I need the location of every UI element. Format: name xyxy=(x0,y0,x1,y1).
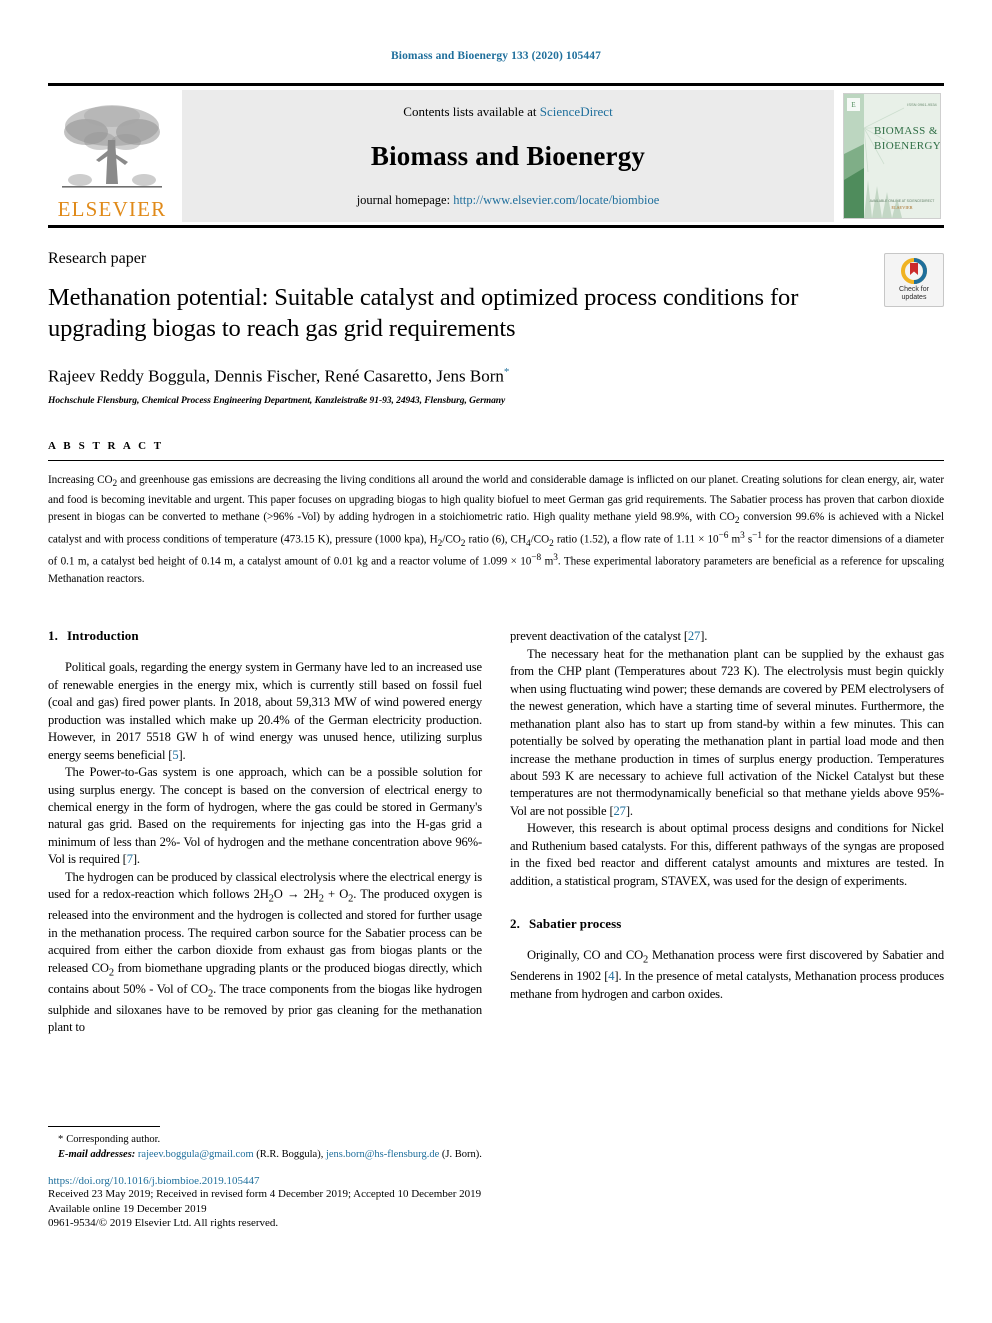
email-link-primary[interactable]: rajeev.boggula@gmail.com xyxy=(138,1149,254,1160)
section-heading-sabatier-process: 2. Sabatier process xyxy=(510,916,944,932)
available-online: Available online 19 December 2019 xyxy=(48,1202,207,1215)
crossmark-label-line2: updates xyxy=(901,294,927,301)
paragraph: The hydrogen can be produced by classica… xyxy=(48,869,482,1035)
author-list: Rajeev Reddy Boggula, Dennis Fischer, Re… xyxy=(48,366,944,387)
abstract-label: A B S T R A C T xyxy=(48,439,164,452)
section-number: 1. xyxy=(48,628,58,644)
article-page: Biomass and Bioenergy 133 (2020) 105447 xyxy=(0,0,992,1323)
journal-masthead: ELSEVIER Contents lists available at Sci… xyxy=(48,83,944,228)
paragraph: Political goals, regarding the energy sy… xyxy=(48,660,482,762)
body-columns: 1. Introduction Political goals, regardin… xyxy=(48,628,944,1083)
page-title: Methanation potential: Suitable catalyst… xyxy=(48,284,799,343)
title-block: Research paper Methanation potential: Su… xyxy=(48,250,944,406)
homepage-prefix: journal homepage: xyxy=(356,193,454,207)
paragraph: Originally, CO and CO2 Methanation proce… xyxy=(510,948,944,1001)
svg-text:ELSEVIER: ELSEVIER xyxy=(891,205,912,210)
email-owner-secondary: (J. Born). xyxy=(441,1148,482,1160)
abstract-divider xyxy=(48,459,944,461)
contents-available-line: Contents lists available at ScienceDirec… xyxy=(403,104,612,120)
column-left: 1. Introduction Political goals, regardin… xyxy=(48,628,482,1083)
journal-cover-thumbnail: E ISSN 0961-9534 BIOMASS & BIOENERGY AVA… xyxy=(840,90,944,222)
section-number: 2. xyxy=(510,916,520,932)
section-title: Sabatier process xyxy=(528,916,622,932)
section-title: Introduction xyxy=(66,628,139,644)
doi-link[interactable]: https://doi.org/10.1016/j.biombioe.2019.… xyxy=(48,1175,260,1187)
svg-text:AVAILABLE ONLINE AT SCIENCEDIR: AVAILABLE ONLINE AT SCIENCEDIRECT xyxy=(870,199,935,203)
crossmark-label-line1: Check for xyxy=(899,285,929,293)
journal-title: Biomass and Bioenergy xyxy=(370,141,646,171)
contents-prefix: Contents lists available at xyxy=(403,104,540,119)
publication-history: Received 23 May 2019; Received in revise… xyxy=(48,1188,482,1201)
paragraph: prevent deactivation of the catalyst [27… xyxy=(510,629,708,644)
journal-homepage-link[interactable]: http://www.elsevier.com/locate/biombioe xyxy=(453,193,659,207)
paragraph: However, this research is about optimal … xyxy=(510,821,944,888)
svg-text:E: E xyxy=(851,101,855,109)
corresponding-author-note: * Corresponding author. xyxy=(48,1132,648,1147)
email-link-secondary[interactable]: jens.born@hs-flensburg.de xyxy=(326,1149,439,1160)
section-heading-introduction: 1. Introduction xyxy=(48,628,482,644)
sciencedirect-link[interactable]: ScienceDirect xyxy=(540,104,613,119)
svg-text:ISSN 0961-9534: ISSN 0961-9534 xyxy=(907,102,937,107)
cover-title-line1: BIOMASS & xyxy=(874,125,938,137)
paragraph: The necessary heat for the methanation p… xyxy=(510,646,944,818)
corresponding-marker: * xyxy=(58,1133,64,1145)
abstract-text: Increasing CO2 and greenhouse gas emissi… xyxy=(48,473,945,586)
doi-link-row: https://doi.org/10.1016/j.biombioe.2019.… xyxy=(48,1175,648,1187)
column-right: prevent deactivation of the catalyst [27… xyxy=(510,628,944,1083)
author-names: Rajeev Reddy Boggula, Dennis Fischer, Re… xyxy=(48,366,504,386)
article-type-label: Research paper xyxy=(48,250,147,267)
crossmark-icon xyxy=(901,257,927,284)
corresponding-author-marker: * xyxy=(503,366,510,379)
copyright-notice: 0961-9534/© 2019 Elsevier Ltd. All right… xyxy=(48,1217,279,1230)
footnote-divider xyxy=(48,1125,160,1127)
email-owner-primary: (R.R. Boggula), xyxy=(256,1148,324,1160)
cover-title-line2: BIOENERGY xyxy=(874,140,941,152)
journal-homepage-line: journal homepage: http://www.elsevier.co… xyxy=(357,193,660,208)
page-footer: * Corresponding author. E-mail addresses:… xyxy=(48,1125,648,1231)
running-head: Biomass and Bioenergy 133 (2020) 105447 xyxy=(391,50,601,62)
corresponding-author-text: Corresponding author. xyxy=(66,1133,161,1145)
elsevier-wordmark: ELSEVIER xyxy=(57,197,167,221)
crossmark-badge[interactable]: Check for updates xyxy=(884,253,944,307)
elsevier-tree-icon xyxy=(62,105,162,188)
elsevier-logo: ELSEVIER xyxy=(48,90,176,222)
email-addresses-note: E-mail addresses: rajeev.boggula@gmail.c… xyxy=(48,1147,648,1162)
abstract-section: A B S T R A C T Increasing CO2 and green… xyxy=(48,440,944,589)
affiliation: Hochschule Flensburg, Chemical Process E… xyxy=(48,395,506,406)
masthead-center: Contents lists available at ScienceDirec… xyxy=(182,90,834,222)
journal-cover-image: E ISSN 0961-9534 BIOMASS & BIOENERGY AVA… xyxy=(843,93,941,219)
crossmark-label: Check for updates xyxy=(899,286,929,302)
paragraph: The Power-to-Gas system is one approach,… xyxy=(48,765,482,867)
email-addresses-label: E-mail addresses: xyxy=(58,1148,136,1160)
